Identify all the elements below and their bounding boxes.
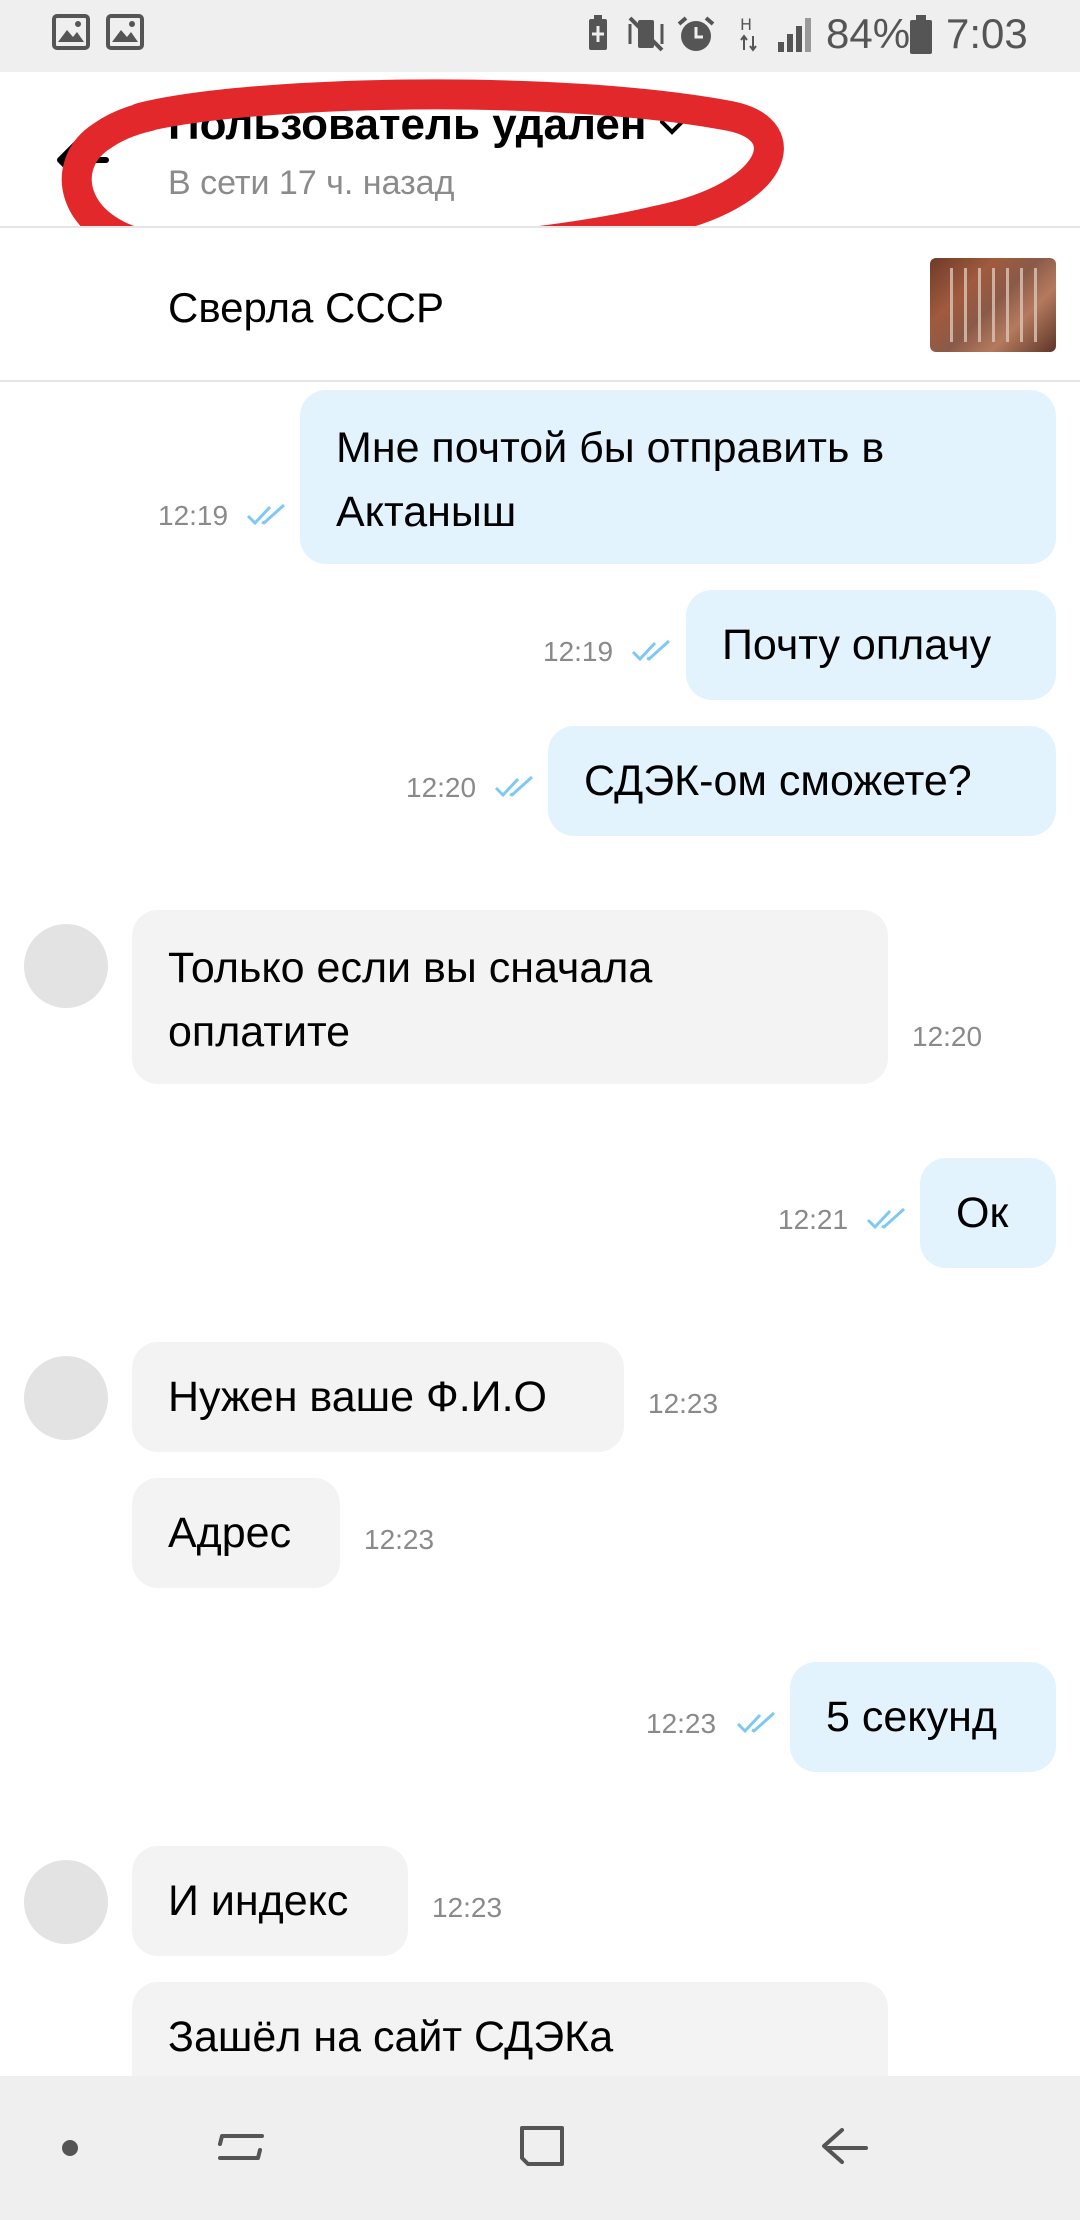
nav-dot-icon xyxy=(62,2140,78,2156)
alarm-icon xyxy=(677,16,715,51)
message-time: 12:23 xyxy=(364,1524,435,1555)
message-text: Почту оплачу xyxy=(722,621,992,669)
network-h-icon: H xyxy=(740,15,757,52)
online-status: В сети 17 ч. назад xyxy=(168,164,455,202)
message-text: Нужен ваше Ф.И.О xyxy=(168,1373,547,1421)
mute-icon xyxy=(628,16,664,52)
message-text: Адрес xyxy=(168,1509,292,1557)
message-text: Зашёл на сайт СДЭКа xyxy=(168,2013,614,2061)
message-time: 12:23 xyxy=(432,1892,503,1923)
image-icon xyxy=(52,14,90,50)
message-text: СДЭК-ом сможете? xyxy=(584,757,972,805)
message-bubble-outgoing[interactable]: Почту оплачу xyxy=(686,590,1056,700)
message-time: 12:20 xyxy=(406,772,477,803)
chat-title[interactable]: Пользователь удален xyxy=(168,100,646,150)
back-icon[interactable] xyxy=(818,2118,874,2174)
read-ticks-icon xyxy=(631,639,671,662)
message-time: 12:21 xyxy=(778,1204,849,1235)
message-bubble-outgoing[interactable]: Ок xyxy=(920,1158,1056,1268)
svg-text:H: H xyxy=(740,15,752,34)
message-text: Только если вы сначала xyxy=(168,944,653,992)
status-bar: H 84% 7:03 xyxy=(0,0,1080,72)
read-ticks-icon xyxy=(494,775,534,798)
battery-percent: 84% xyxy=(826,10,911,57)
avatar[interactable] xyxy=(24,924,108,1008)
listing-thumbnail xyxy=(930,258,1056,352)
listing-divider xyxy=(0,380,1080,382)
message-text: Актаныш xyxy=(336,488,517,536)
message-time: 12:23 xyxy=(648,1388,719,1419)
listing-title: Сверла СССР xyxy=(168,284,444,331)
avatar[interactable] xyxy=(24,1860,108,1944)
message-bubble-incoming[interactable]: Адрес xyxy=(132,1478,340,1588)
signal-icon xyxy=(778,18,811,52)
read-ticks-icon xyxy=(246,503,286,526)
clock: 7:03 xyxy=(946,10,1028,57)
battery-icon xyxy=(910,15,932,54)
listing-row[interactable]: Сверла СССР xyxy=(0,228,1080,380)
back-arrow-icon[interactable] xyxy=(52,130,112,190)
message-time: 12:19 xyxy=(158,500,229,531)
chat-header: Пользователь удален В сети 17 ч. назад xyxy=(0,72,1080,271)
read-ticks-icon xyxy=(736,1711,776,1734)
message-text: Мне почтой бы отправить в xyxy=(336,424,885,472)
message-bubble-incoming[interactable]: И индекс xyxy=(132,1846,408,1956)
recent-apps-icon[interactable] xyxy=(214,2120,268,2174)
message-bubble-outgoing[interactable]: СДЭК-ом сможете? xyxy=(548,726,1056,836)
message-bubble-outgoing[interactable]: 5 секунд xyxy=(790,1662,1056,1772)
message-bubble-outgoing[interactable]: Мне почтой бы отправить в Актаныш xyxy=(300,390,1056,564)
battery-saver-icon xyxy=(589,15,607,50)
message-bubble-incoming[interactable]: Нужен ваше Ф.И.О xyxy=(132,1342,624,1452)
message-text: И индекс xyxy=(168,1877,349,1925)
chevron-down-icon[interactable] xyxy=(658,118,686,138)
message-time: 12:20 xyxy=(912,1021,983,1052)
avatar[interactable] xyxy=(24,1356,108,1440)
navigation-bar xyxy=(0,2076,1080,2220)
message-text: оплатите xyxy=(168,1008,351,1056)
message-time: 12:19 xyxy=(543,636,614,667)
message-time: 12:23 xyxy=(646,1708,717,1739)
message-bubble-incoming[interactable]: Только если вы сначала оплатите xyxy=(132,910,888,1084)
message-text: 5 секунд xyxy=(826,1693,997,1741)
home-icon[interactable] xyxy=(514,2118,570,2174)
message-text: Ок xyxy=(956,1189,1009,1237)
image-icon xyxy=(106,14,144,50)
read-ticks-icon xyxy=(866,1207,906,1230)
